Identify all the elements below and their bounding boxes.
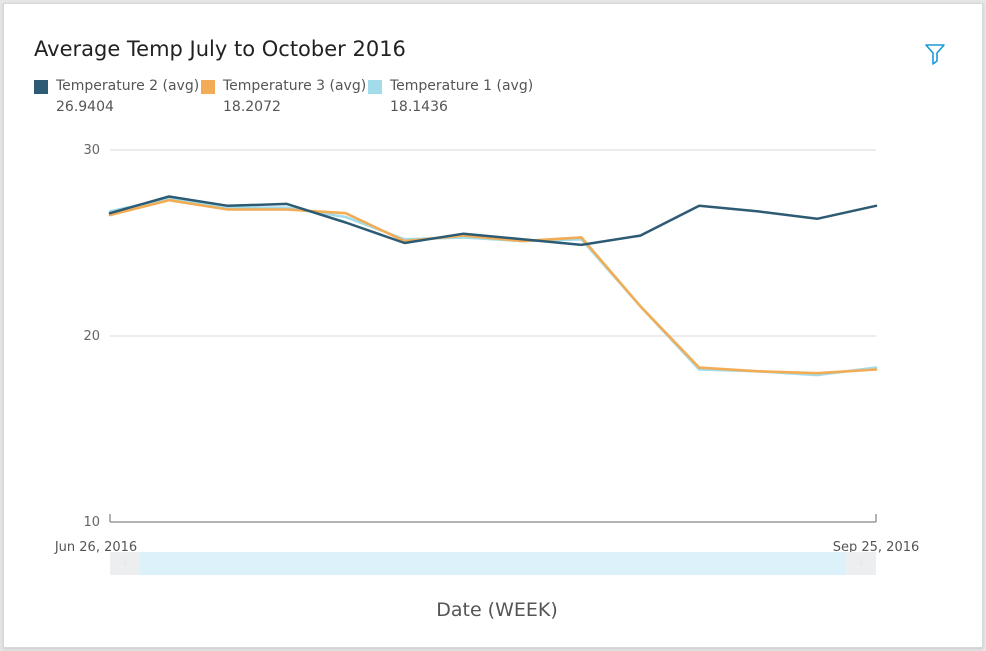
series-line-2	[108, 198, 878, 375]
scrollbar-thumb[interactable]	[140, 552, 846, 575]
y-tick-label: 10	[83, 515, 100, 530]
y-tick-label: 30	[83, 143, 100, 158]
x-axis-title: Date (WEEK)	[436, 599, 558, 621]
y-tick-label: 20	[83, 329, 100, 344]
scrollbar-left-handle[interactable]: ⦙	[110, 552, 140, 575]
line-chart: 102030Jun 26, 2016 Sep 25, 2016	[54, 143, 919, 555]
series-line-3	[108, 197, 878, 377]
series-line-1	[108, 195, 878, 247]
x-axis-scrollbar[interactable]: ⦙ ⦙	[110, 552, 876, 575]
scrollbar-right-handle[interactable]: ⦙	[846, 552, 876, 575]
chart-card: Average Temp July to October 2016 Temper…	[3, 3, 983, 648]
